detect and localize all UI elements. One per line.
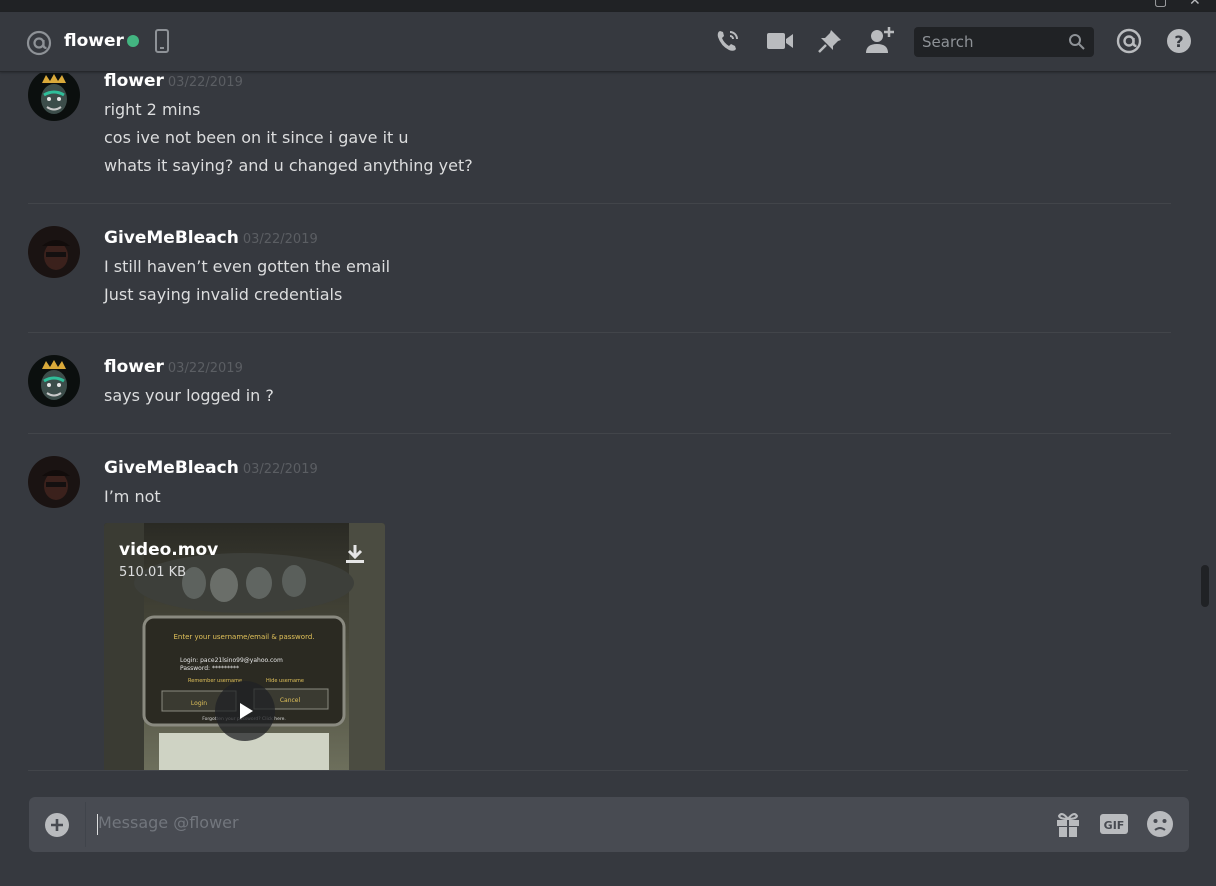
video-prompt-text: Enter your username/email & password. bbox=[173, 633, 314, 641]
avatar-flower[interactable] bbox=[28, 73, 80, 121]
message-composer: GIF bbox=[29, 797, 1189, 852]
message-input[interactable] bbox=[98, 813, 998, 832]
search-box[interactable]: Search bbox=[914, 27, 1094, 57]
add-friend-icon[interactable] bbox=[865, 26, 895, 58]
video-login-button-text: Login bbox=[191, 700, 207, 707]
message-author[interactable]: GiveMeBleach 03/22/2019 bbox=[104, 228, 318, 248]
svg-text:?: ? bbox=[1174, 32, 1183, 51]
window-titlebar: ▢ ✕ bbox=[0, 0, 1216, 12]
help-icon[interactable]: ? bbox=[1166, 28, 1192, 58]
message-text: I still haven’t even gotten the email bbox=[104, 257, 391, 276]
at-icon bbox=[26, 30, 52, 60]
avatar-givemebleach[interactable] bbox=[28, 456, 80, 508]
svg-text:GIF: GIF bbox=[1104, 819, 1125, 832]
message-timestamp: 03/22/2019 bbox=[167, 361, 243, 376]
message-list[interactable]: flower 03/22/2019 right 2 mins cos ive no… bbox=[0, 73, 1200, 770]
attachment-size: 510.01 KB bbox=[119, 565, 187, 580]
online-status-dot bbox=[127, 35, 139, 47]
composer-separator bbox=[85, 802, 86, 847]
message-divider bbox=[28, 332, 1171, 333]
message-text: cos ive not been on it since i gave it u bbox=[104, 128, 409, 147]
play-button[interactable] bbox=[215, 681, 275, 741]
download-icon[interactable] bbox=[344, 543, 366, 569]
message-author[interactable]: GiveMeBleach 03/22/2019 bbox=[104, 458, 318, 478]
avatar-flower[interactable] bbox=[28, 355, 80, 407]
message-divider bbox=[28, 433, 1171, 434]
message-timestamp: 03/22/2019 bbox=[242, 462, 318, 477]
message-text: I’m not bbox=[104, 487, 161, 506]
pin-icon[interactable] bbox=[817, 28, 843, 58]
search-icon[interactable] bbox=[1068, 33, 1086, 55]
maximize-icon[interactable]: ▢ bbox=[1154, 0, 1167, 8]
mobile-icon bbox=[154, 29, 170, 57]
message-text: right 2 mins bbox=[104, 100, 201, 119]
scrollbar-thumb[interactable] bbox=[1201, 565, 1209, 607]
message-timestamp: 03/22/2019 bbox=[242, 232, 318, 247]
message-text: whats it saying? and u changed anything … bbox=[104, 156, 473, 175]
message-text: says your logged in ? bbox=[104, 386, 274, 405]
composer-divider bbox=[28, 770, 1188, 771]
message-timestamp: 03/22/2019 bbox=[167, 75, 243, 90]
video-call-icon[interactable] bbox=[766, 31, 794, 55]
play-icon bbox=[240, 703, 253, 719]
avatar-givemebleach[interactable] bbox=[28, 226, 80, 278]
emoji-icon[interactable] bbox=[1146, 810, 1174, 842]
scrollbar-track[interactable] bbox=[1200, 73, 1210, 770]
video-attachment[interactable]: Enter your username/email & password. Lo… bbox=[104, 523, 385, 770]
channel-header: flower Search ? bbox=[0, 12, 1216, 72]
message-author[interactable]: flower 03/22/2019 bbox=[104, 73, 243, 91]
channel-title: flower bbox=[64, 31, 124, 51]
video-login-text: Login: pace21lsino99@yahoo.com bbox=[180, 657, 283, 664]
upload-icon[interactable] bbox=[44, 812, 70, 842]
message-divider bbox=[28, 203, 1171, 204]
message-author[interactable]: flower 03/22/2019 bbox=[104, 357, 243, 377]
gif-icon[interactable]: GIF bbox=[1099, 812, 1129, 840]
message-text: Just saying invalid credentials bbox=[104, 285, 343, 304]
close-icon[interactable]: ✕ bbox=[1189, 0, 1201, 8]
call-icon[interactable] bbox=[715, 28, 741, 58]
attachment-filename[interactable]: video.mov bbox=[119, 540, 218, 560]
search-placeholder: Search bbox=[922, 33, 974, 51]
video-password-text: Password: ********* bbox=[180, 665, 239, 672]
video-cancel-button-text: Cancel bbox=[280, 697, 301, 704]
gift-icon[interactable] bbox=[1055, 810, 1081, 842]
mentions-icon[interactable] bbox=[1116, 28, 1142, 58]
